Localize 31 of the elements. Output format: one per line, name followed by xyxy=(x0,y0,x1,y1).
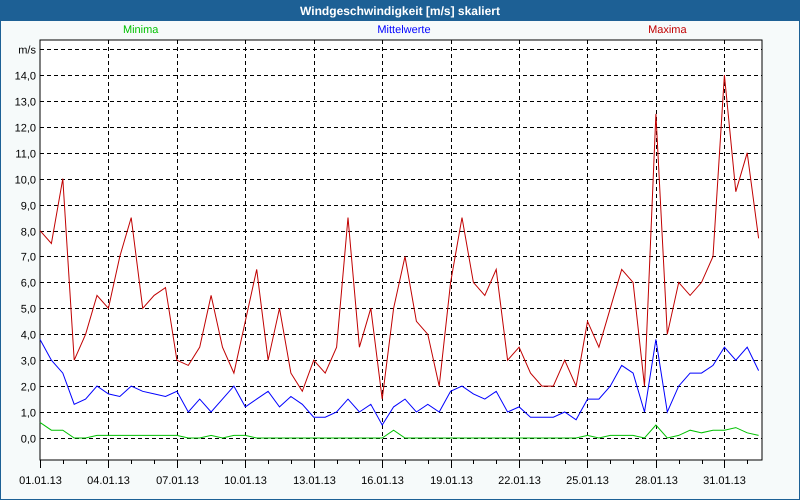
y-tick-label: 3,0 xyxy=(20,356,36,368)
y-tick-label: 4,0 xyxy=(20,330,36,342)
x-tick-label: 19.01.13 xyxy=(430,475,473,487)
y-tick-label: 8,0 xyxy=(20,226,36,238)
x-tick-label: 31.01.13 xyxy=(703,475,746,487)
legend-label: Maxima xyxy=(648,24,687,36)
y-tick-label: 9,0 xyxy=(20,200,36,212)
x-tick-label: 13.01.13 xyxy=(293,475,336,487)
x-tick-label: 25.01.13 xyxy=(566,475,609,487)
x-tick-label: 01.01.13 xyxy=(19,475,62,487)
axis-label: m/s xyxy=(18,44,36,56)
y-tick-label: 0,0 xyxy=(20,434,36,446)
y-tick-label: 13,0 xyxy=(14,96,36,108)
x-tick-label: 10.01.13 xyxy=(224,475,267,487)
x-tick-label: 28.01.13 xyxy=(635,475,678,487)
y-tick-label: 1,0 xyxy=(20,408,36,420)
x-tick-label: 04.01.13 xyxy=(87,475,130,487)
x-tick-label: 16.01.13 xyxy=(361,475,404,487)
y-tick-label: 10,0 xyxy=(14,174,36,186)
y-tick-label: 11,0 xyxy=(15,148,36,160)
legend-label: Minima xyxy=(122,24,158,36)
y-tick-label: 2,0 xyxy=(20,382,36,394)
y-tick-label: 5,0 xyxy=(20,304,36,316)
y-tick-label: 6,0 xyxy=(20,278,36,290)
x-tick-label: 07.01.13 xyxy=(156,475,199,487)
y-tick-label: 14,0 xyxy=(14,70,36,82)
y-tick-label: 12,0 xyxy=(14,122,36,134)
x-tick-label: 22.01.13 xyxy=(498,475,541,487)
y-tick-label: 7,0 xyxy=(20,252,36,264)
legend-label: Mittelwerte xyxy=(377,24,431,36)
window-title: Windgeschwindigkeit [m/s] skaliert xyxy=(1,1,799,21)
